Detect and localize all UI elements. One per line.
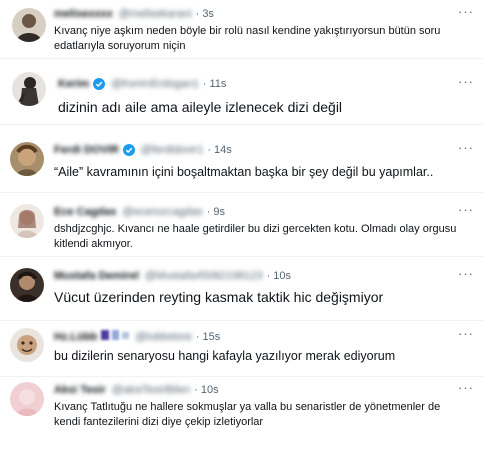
more-options-icon[interactable]: ··· <box>458 326 474 341</box>
separator-dot: · <box>195 8 200 20</box>
author-name[interactable]: Ece Cagdas <box>54 206 116 218</box>
tweet[interactable]: Kerim @KerimErdogan1 · 11s ··· dizinin a… <box>0 58 484 125</box>
tweet[interactable]: Aksi Tesir @aksiTesirBilen · 10s ··· Kıv… <box>0 376 484 450</box>
more-options-icon[interactable]: ··· <box>458 266 474 281</box>
tweet-text: Vücut üzerinden reyting kasmak taktik hi… <box>54 289 384 305</box>
author-name[interactable]: Kerim <box>58 78 89 90</box>
author-handle[interactable]: @Mustafa45082198123 <box>145 270 263 282</box>
tweet-text: dshdjzcghjc. Kıvancı ne haale getirdiler… <box>54 223 457 250</box>
separator-dot: · <box>206 206 211 218</box>
avatar[interactable] <box>12 8 46 42</box>
avatar[interactable] <box>10 382 44 416</box>
avatar[interactable] <box>10 328 44 362</box>
tweet-text: dizinin adı aile ama aileyle izlenecek d… <box>58 99 343 115</box>
author-name[interactable]: Ferdi DOVIR <box>54 144 119 156</box>
more-options-icon[interactable]: ··· <box>458 140 474 155</box>
author-name[interactable]: melisexxxx <box>54 8 113 20</box>
timestamp[interactable]: 15s <box>202 331 220 343</box>
avatar[interactable] <box>10 268 44 302</box>
more-options-icon[interactable]: ··· <box>458 380 474 395</box>
avatar[interactable] <box>10 204 44 238</box>
author-name[interactable]: Hz.Lübb <box>54 331 97 343</box>
author-handle[interactable]: @lubbstore <box>135 331 191 343</box>
tweet-text: bu dizilerin senaryosu hangi kafayla yaz… <box>54 349 396 363</box>
more-options-icon[interactable]: ··· <box>458 74 474 89</box>
more-options-icon[interactable]: ··· <box>458 202 474 217</box>
author-handle[interactable]: @ecenurcagdas <box>122 206 202 218</box>
tweet-text: Kıvanç niye aşkım neden böyle bir rolü n… <box>54 25 441 52</box>
tweet[interactable]: Mustafa Demirel @Mustafa45082198123 · 10… <box>0 256 484 321</box>
tweet-text: “Aile” kavramının içini boşaltmaktan baş… <box>54 165 434 179</box>
tweet[interactable]: Ece Cagdas @ecenurcagdas · 9s ··· dshdjz… <box>0 192 484 257</box>
author-handle[interactable]: @melisekarani <box>119 8 192 20</box>
verified-icon <box>122 144 135 156</box>
timestamp[interactable]: 9s <box>213 206 225 218</box>
tweet-header: Hz.Lübb @lubbstore · 15s <box>54 330 220 343</box>
author-handle[interactable]: @KerimErdogan1 <box>111 78 199 90</box>
verified-icon <box>93 78 106 90</box>
tweet[interactable]: Ferdi DOVIR @ferdidovir1 · 14s ··· “Aile… <box>0 124 484 193</box>
timestamp[interactable]: 14s <box>214 144 232 156</box>
tweet[interactable]: melisexxxx @melisekarani · 3s ··· Kıvanç… <box>0 0 484 59</box>
tweet-text: Kıvanç Tatlıtuğu ne hallere sokmuşlar ya… <box>54 401 441 428</box>
timestamp[interactable]: 11s <box>209 78 226 90</box>
author-name[interactable]: Aksi Tesir <box>54 384 106 396</box>
separator-dot: · <box>202 78 207 90</box>
tweet-header: Ferdi DOVIR @ferdidovir1 · 14s <box>54 144 232 156</box>
tweet-header: Aksi Tesir @aksiTesirBilen · 10s <box>54 384 219 396</box>
separator-dot: · <box>194 384 198 396</box>
separator-dot: · <box>195 330 200 343</box>
timestamp[interactable]: 10s <box>201 384 219 396</box>
tweet[interactable]: Hz.Lübb @lubbstore · 15s ··· bu dizileri… <box>0 320 484 377</box>
timestamp[interactable]: 3s <box>202 8 214 20</box>
tweet-header: Kerim @KerimErdogan1 · 11s <box>58 78 226 90</box>
separator-dot: · <box>266 270 271 282</box>
emoji-badge-icon <box>101 330 130 343</box>
avatar[interactable] <box>12 72 46 106</box>
more-options-icon[interactable]: ··· <box>458 4 474 19</box>
separator-dot: · <box>207 144 211 156</box>
tweet-header: melisexxxx @melisekarani · 3s <box>54 8 214 20</box>
avatar[interactable] <box>10 142 44 176</box>
tweet-header: Ece Cagdas @ecenurcagdas · 9s <box>54 206 225 218</box>
tweet-header: Mustafa Demirel @Mustafa45082198123 · 10… <box>54 270 291 282</box>
author-handle[interactable]: @ferdidovir1 <box>141 144 204 156</box>
author-name[interactable]: Mustafa Demirel <box>54 270 139 282</box>
author-handle[interactable]: @aksiTesirBilen <box>112 384 190 396</box>
timestamp[interactable]: 10s <box>273 270 291 282</box>
